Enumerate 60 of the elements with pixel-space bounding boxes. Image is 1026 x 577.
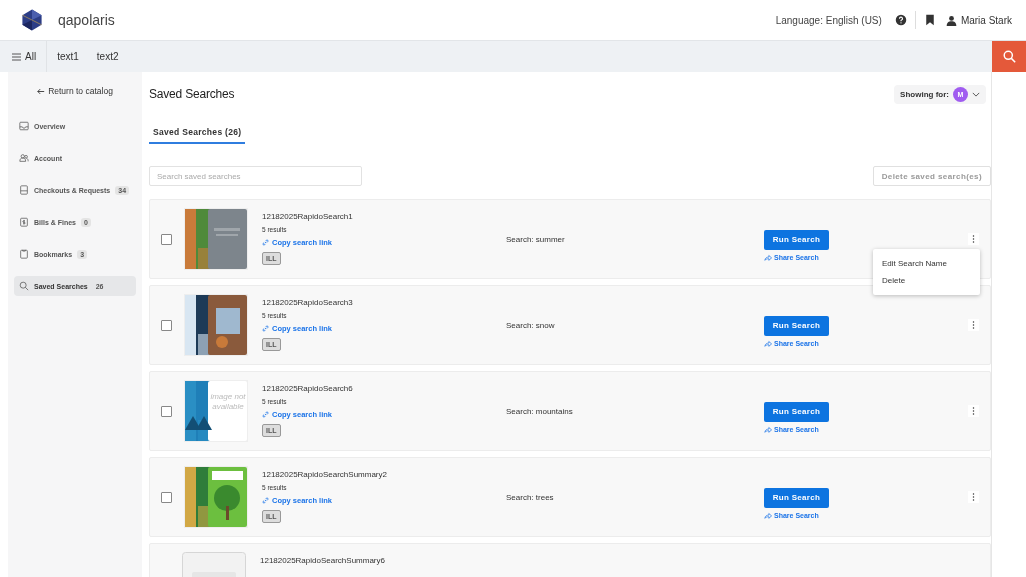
search-name: 12182025RapidoSearch3: [262, 298, 353, 307]
document-icon: [19, 185, 29, 195]
run-search-button[interactable]: Run Search: [764, 229, 829, 250]
more-options-button[interactable]: [968, 491, 979, 503]
search-name: 12182025RapidoSearchSummary6: [260, 556, 385, 565]
more-options-button[interactable]: [968, 319, 979, 331]
nav-link[interactable]: text1: [57, 51, 79, 62]
cover-placeholder-text: image not available: [209, 392, 247, 413]
clipboard-dollar-icon: [19, 217, 29, 227]
link-icon: [262, 411, 269, 418]
search-name: 12182025RapidoSearch1: [262, 212, 353, 221]
more-icon: [972, 492, 975, 502]
run-search-button[interactable]: Run Search: [764, 401, 829, 422]
back-arrow-icon: [37, 87, 46, 95]
link-icon: [262, 325, 269, 332]
search-icon: [1002, 50, 1016, 63]
share-icon: [764, 253, 772, 261]
more-options-button[interactable]: [968, 233, 979, 245]
user-menu[interactable]: Maria Stark: [945, 14, 1012, 26]
checkbox[interactable]: [161, 233, 172, 245]
search-button[interactable]: [992, 41, 1026, 72]
search-field[interactable]: Search saved searches: [149, 166, 362, 186]
more-icon: [972, 234, 975, 244]
menu-item[interactable]: Delete: [873, 272, 980, 289]
share-icon: [764, 425, 772, 433]
clipboard-icon: [19, 249, 29, 259]
language-selector[interactable]: Language: English (US): [775, 14, 882, 26]
search-query: Search: summer: [506, 234, 566, 244]
page-title: Saved Searches: [149, 87, 235, 101]
people-icon: [19, 153, 29, 163]
run-search-button[interactable]: Run Search: [764, 487, 829, 508]
share-icon: [764, 511, 772, 519]
menu-item[interactable]: Edit Search Name: [873, 255, 980, 272]
link-icon: [262, 497, 269, 504]
search-name: 12182025RapidoSearch6: [262, 384, 353, 393]
bookmark-icon[interactable]: [923, 14, 936, 26]
return-link[interactable]: Return to catalog: [14, 86, 136, 96]
more-options-button[interactable]: [968, 405, 979, 417]
brand-name: qapolaris: [58, 12, 115, 28]
share-icon: [764, 339, 772, 347]
help-icon[interactable]: [894, 14, 907, 26]
user-icon: [945, 14, 957, 26]
checkbox[interactable]: [161, 491, 172, 503]
search-name: 12182025RapidoSearchSummary2: [262, 470, 387, 479]
menu-icon: [12, 52, 21, 61]
tab[interactable]: Saved Searches (26): [149, 124, 246, 144]
chevron-down-icon: [972, 91, 980, 97]
nav-link[interactable]: text2: [96, 51, 119, 62]
search-query: Search: trees: [506, 492, 555, 502]
search-query: Search: mountains: [506, 406, 574, 416]
more-icon: [972, 320, 975, 330]
logo-icon: [20, 8, 44, 32]
run-search-button[interactable]: Run Search: [764, 315, 829, 336]
checkbox[interactable]: [161, 405, 172, 417]
inbox-icon: [19, 121, 29, 131]
checkbox[interactable]: [161, 319, 172, 331]
search-query: Search: snow: [506, 320, 556, 330]
more-icon: [972, 406, 975, 416]
link-icon: [262, 239, 269, 246]
search-icon: [19, 281, 29, 291]
